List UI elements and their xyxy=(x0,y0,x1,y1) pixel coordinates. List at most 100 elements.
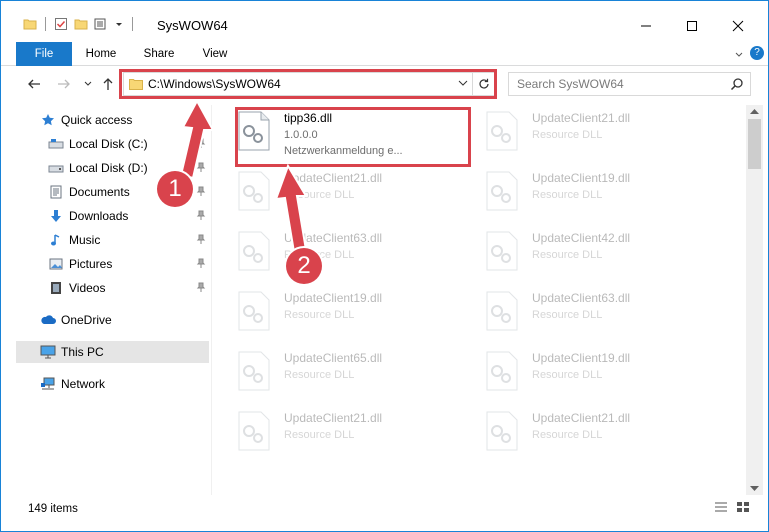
file-tile[interactable]: UpdateClient19.dll Resource DLL xyxy=(223,285,463,337)
customize-toolbar-icon[interactable] xyxy=(94,17,108,31)
pin-icon[interactable] xyxy=(196,282,206,292)
status-bar: 149 items xyxy=(1,495,768,523)
properties-check-icon[interactable] xyxy=(54,17,68,31)
dll-file-icon xyxy=(486,351,518,391)
file-type: Resource DLL xyxy=(284,309,355,321)
dll-file-icon xyxy=(238,171,270,211)
details-view-icon[interactable] xyxy=(714,501,728,513)
file-tile[interactable]: UpdateClient21.dll Resource DLL xyxy=(223,405,463,457)
sidebar-item-label: Local Disk (C:) xyxy=(69,137,148,151)
navigation-pane: Quick access Local Disk (C:) Local Disk … xyxy=(16,105,212,495)
close-icon xyxy=(732,20,744,32)
back-button[interactable] xyxy=(25,75,43,93)
dll-file-icon xyxy=(238,411,270,451)
sidebar-item-this-pc[interactable]: This PC xyxy=(16,341,209,363)
film-icon xyxy=(48,280,64,296)
minimize-icon xyxy=(641,25,651,27)
item-count: 149 items xyxy=(28,503,78,515)
sidebar-item-label: Quick access xyxy=(61,113,133,127)
pin-icon[interactable] xyxy=(196,186,206,196)
file-highlight xyxy=(235,107,471,167)
new-folder-icon[interactable] xyxy=(74,17,88,31)
tab-home[interactable]: Home xyxy=(79,42,123,66)
up-button[interactable] xyxy=(99,75,117,93)
search-icon[interactable] xyxy=(730,77,744,91)
close-button[interactable] xyxy=(715,11,761,41)
pin-icon[interactable] xyxy=(196,162,206,172)
sidebar-item-label: Music xyxy=(69,233,101,247)
vertical-scrollbar[interactable] xyxy=(746,105,763,495)
file-name: UpdateClient21.dll xyxy=(284,171,383,185)
step-1-badge: 1 xyxy=(157,171,193,207)
search-input[interactable] xyxy=(509,73,724,95)
sidebar-item-quick-access[interactable]: Quick access xyxy=(16,109,209,131)
file-name: UpdateClient21.dll xyxy=(284,411,383,425)
file-tile[interactable]: UpdateClient19.dll Resource DLL xyxy=(471,165,711,217)
sidebar-item-onedrive[interactable]: OneDrive xyxy=(16,309,209,331)
tab-file[interactable]: File xyxy=(16,42,72,66)
dll-file-icon xyxy=(486,171,518,211)
large-icons-view-icon[interactable] xyxy=(736,501,750,513)
maximize-icon xyxy=(687,21,697,31)
tab-view[interactable]: View xyxy=(197,42,233,66)
quick-access-toolbar xyxy=(23,17,135,31)
file-tile[interactable]: UpdateClient63.dll Resource DLL xyxy=(223,225,463,277)
documents-icon xyxy=(48,184,64,200)
scroll-thumb[interactable] xyxy=(748,119,761,169)
file-tile[interactable]: UpdateClient42.dll Resource DLL xyxy=(471,225,711,277)
network-icon xyxy=(40,376,56,392)
file-type: Resource DLL xyxy=(532,309,603,321)
pin-icon[interactable] xyxy=(196,234,206,244)
chevron-down-icon[interactable] xyxy=(114,19,124,29)
expand-ribbon-icon[interactable] xyxy=(734,50,744,60)
minimize-button[interactable] xyxy=(623,11,669,41)
chevron-down-icon xyxy=(84,81,92,86)
dll-file-icon xyxy=(238,351,270,391)
tab-share[interactable]: Share xyxy=(139,42,179,66)
file-tile[interactable]: UpdateClient21.dll Resource DLL xyxy=(471,105,711,157)
recent-locations-button[interactable] xyxy=(79,75,97,93)
dll-file-icon xyxy=(486,111,518,151)
ribbon-tabs: File Home Share View ? xyxy=(1,42,768,66)
search-box[interactable] xyxy=(508,72,751,96)
window-title: SysWOW64 xyxy=(157,18,228,33)
scroll-up-icon[interactable] xyxy=(750,108,759,114)
pin-icon[interactable] xyxy=(196,258,206,268)
sidebar-item-label: OneDrive xyxy=(61,313,112,327)
file-name: UpdateClient65.dll xyxy=(284,351,383,365)
cloud-icon xyxy=(40,312,56,328)
file-tile[interactable]: UpdateClient21.dll Resource DLL xyxy=(471,405,711,457)
maximize-button[interactable] xyxy=(669,11,715,41)
dll-file-icon xyxy=(238,231,270,271)
download-arrow-icon xyxy=(48,208,64,224)
sidebar-item-network[interactable]: Network xyxy=(16,373,209,395)
drive-icon xyxy=(48,136,64,152)
sidebar-item-videos[interactable]: Videos xyxy=(16,277,209,299)
file-name: UpdateClient63.dll xyxy=(532,291,631,305)
scroll-down-icon[interactable] xyxy=(750,486,759,492)
forward-button[interactable] xyxy=(55,75,73,93)
file-tile[interactable]: UpdateClient63.dll Resource DLL xyxy=(471,285,711,337)
sidebar-item-pictures[interactable]: Pictures xyxy=(16,253,209,275)
file-type: Resource DLL xyxy=(532,369,603,381)
sidebar-item-music[interactable]: Music xyxy=(16,229,209,251)
help-icon[interactable]: ? xyxy=(750,46,764,60)
up-arrow-icon xyxy=(103,78,113,90)
file-name: UpdateClient19.dll xyxy=(284,291,383,305)
pin-icon[interactable] xyxy=(196,138,206,148)
sidebar-item-label: Network xyxy=(61,377,106,391)
file-tile[interactable]: UpdateClient65.dll Resource DLL xyxy=(223,345,463,397)
pane-divider[interactable] xyxy=(211,105,212,495)
file-name: UpdateClient42.dll xyxy=(532,231,631,245)
dll-file-icon xyxy=(238,291,270,331)
monitor-icon xyxy=(40,344,56,360)
file-tile[interactable]: UpdateClient21.dll Resource DLL xyxy=(223,165,463,217)
back-arrow-icon xyxy=(28,79,40,89)
file-tile[interactable]: UpdateClient19.dll Resource DLL xyxy=(471,345,711,397)
forward-arrow-icon xyxy=(58,79,70,89)
pin-icon[interactable] xyxy=(196,210,206,220)
file-name: UpdateClient19.dll xyxy=(532,351,631,365)
sidebar-item-local-disk-c[interactable]: Local Disk (C:) xyxy=(16,133,209,155)
toolbar-separator xyxy=(132,17,133,31)
sidebar-item-downloads[interactable]: Downloads xyxy=(16,205,209,227)
